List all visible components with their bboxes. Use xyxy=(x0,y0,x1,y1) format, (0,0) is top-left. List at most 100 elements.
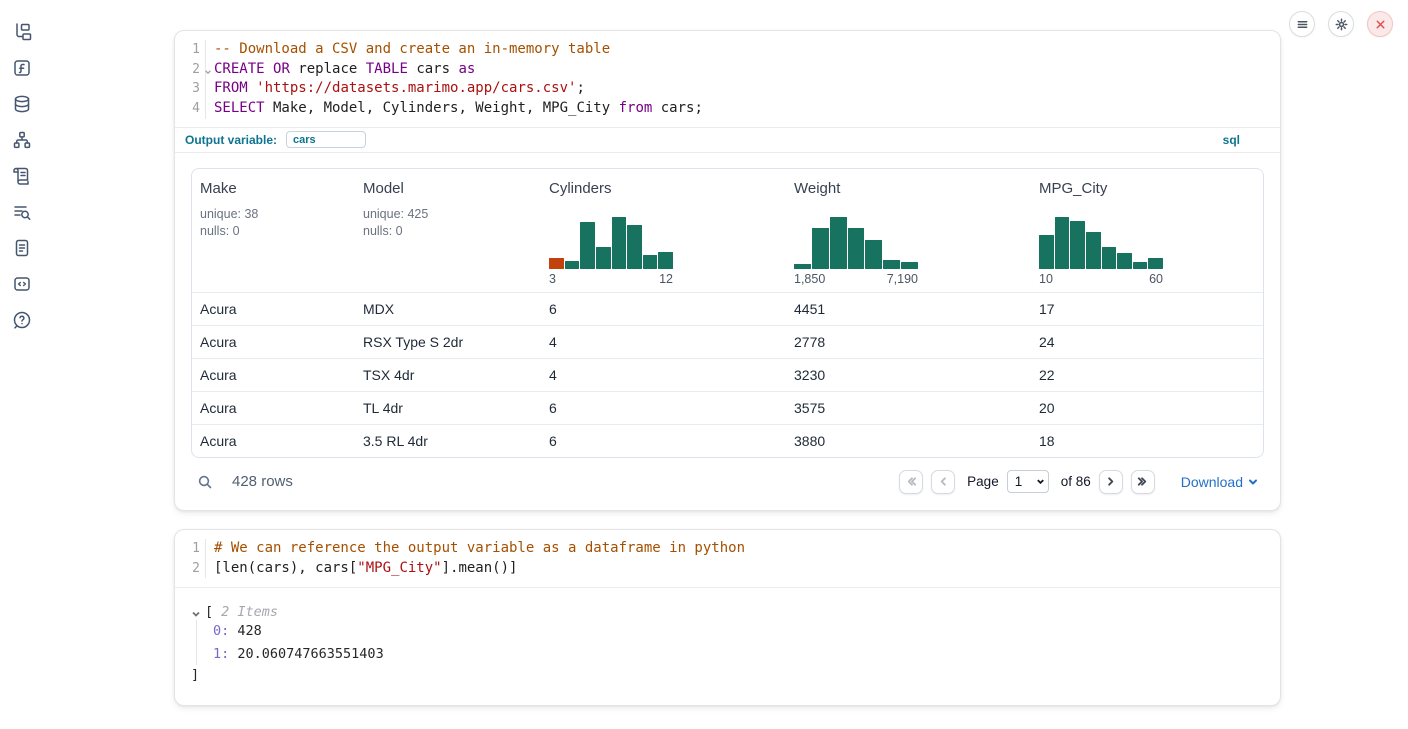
table-cell: 3880 xyxy=(786,433,1031,449)
table-cell: 24 xyxy=(1031,334,1263,350)
axis-label: 10 xyxy=(1039,272,1053,286)
column-name[interactable]: Weight xyxy=(794,180,1031,197)
download-button[interactable]: Download xyxy=(1181,474,1258,490)
column-histogram[interactable]: 312 xyxy=(549,217,673,286)
table-cell: 4 xyxy=(541,367,786,383)
language-badge: sql xyxy=(1223,133,1270,147)
line-number: 1 xyxy=(175,40,205,60)
scroll-icon[interactable] xyxy=(12,166,32,186)
row-count: 428 rows xyxy=(232,473,293,490)
document-icon[interactable] xyxy=(12,238,32,258)
dependency-graph-icon[interactable] xyxy=(12,130,32,150)
snippets-icon[interactable] xyxy=(12,274,32,294)
column-name[interactable]: Cylinders xyxy=(549,180,786,197)
search-list-icon[interactable] xyxy=(12,202,32,222)
page-total-label: of 86 xyxy=(1061,474,1091,489)
histogram-bar[interactable] xyxy=(830,217,847,269)
table-row: AcuraTSX 4dr4323022 xyxy=(192,358,1263,391)
help-icon[interactable] xyxy=(12,310,32,330)
table-cell: 22 xyxy=(1031,367,1263,383)
settings-button[interactable] xyxy=(1328,11,1354,37)
column-histogram[interactable]: 1060 xyxy=(1039,217,1163,286)
axis-label: 7,190 xyxy=(887,272,918,286)
line-number: 2 xyxy=(175,559,205,579)
table-cell: 4451 xyxy=(786,301,1031,317)
sql-code-editor[interactable]: 1-- Download a CSV and create an in-memo… xyxy=(175,31,1280,127)
histogram-bar[interactable] xyxy=(865,240,882,269)
histogram-bar[interactable] xyxy=(848,228,865,269)
tree-open-bracket: [ xyxy=(205,604,213,620)
line-number: 3 xyxy=(175,79,205,99)
table-cell: Acura xyxy=(192,433,355,449)
first-page-button[interactable] xyxy=(899,470,923,494)
histogram-bar[interactable] xyxy=(1055,217,1070,269)
column-histogram[interactable]: 1,8507,190 xyxy=(794,217,918,286)
histogram-bar[interactable] xyxy=(1070,221,1085,269)
histogram-bar[interactable] xyxy=(1102,247,1117,269)
last-page-button[interactable] xyxy=(1131,470,1155,494)
python-cell: 1# We can reference the output variable … xyxy=(174,529,1281,706)
histogram-bar[interactable] xyxy=(658,252,673,269)
menu-button[interactable] xyxy=(1289,11,1315,37)
tree-entry-key: 1: xyxy=(213,646,229,662)
column-name[interactable]: MPG_City xyxy=(1039,180,1263,197)
column-header: Make unique: 38nulls: 0 xyxy=(192,180,355,286)
table-cell: 3230 xyxy=(786,367,1031,383)
column-name[interactable]: Model xyxy=(363,180,541,197)
table-cell: Acura xyxy=(192,400,355,416)
prev-page-button[interactable] xyxy=(931,470,955,494)
table-cell: 6 xyxy=(541,301,786,317)
page-select[interactable]: 1 xyxy=(1007,470,1049,493)
histogram-bar[interactable] xyxy=(643,255,658,269)
table-cell: 17 xyxy=(1031,301,1263,317)
table-row: AcuraMDX6445117 xyxy=(192,292,1263,325)
tree-entry-key: 0: xyxy=(213,623,229,639)
histogram-bar[interactable] xyxy=(549,258,564,269)
database-icon[interactable] xyxy=(12,94,32,114)
histogram-bar[interactable] xyxy=(580,222,595,269)
histogram-bar[interactable] xyxy=(565,261,580,269)
chevron-right-icon xyxy=(1105,476,1116,487)
next-page-button[interactable] xyxy=(1099,470,1123,494)
table-cell: MDX xyxy=(355,301,541,317)
histogram-bar[interactable] xyxy=(1117,253,1132,269)
tree-close-bracket: ] xyxy=(191,665,1264,685)
file-tree-icon[interactable] xyxy=(12,22,32,42)
output-variable-input[interactable] xyxy=(286,131,366,148)
fold-chevron-icon[interactable] xyxy=(204,63,212,71)
chevrons-right-icon xyxy=(1137,476,1148,487)
gear-icon xyxy=(1335,18,1348,31)
column-name[interactable]: Make xyxy=(200,180,355,197)
column-header: Modelunique: 425nulls: 0 xyxy=(355,180,541,286)
histogram-bar[interactable] xyxy=(1086,232,1101,269)
axis-label: 12 xyxy=(659,272,673,286)
python-code-editor[interactable]: 1# We can reference the output variable … xyxy=(175,530,1280,588)
column-stats: unique: 38nulls: 0 xyxy=(200,206,355,240)
histogram-bar[interactable] xyxy=(901,262,918,269)
histogram-bar[interactable] xyxy=(596,247,611,269)
histogram-bar[interactable] xyxy=(1039,235,1054,269)
table-body: AcuraMDX6445117AcuraRSX Type S 2dr427782… xyxy=(192,292,1263,457)
chevron-down-icon xyxy=(1248,477,1258,487)
tree-entry-value: 20.060747663551403 xyxy=(229,646,383,662)
code-text: FROM 'https://datasets.marimo.app/cars.c… xyxy=(205,79,585,99)
table-cell: Acura xyxy=(192,334,355,350)
histogram-bar[interactable] xyxy=(1133,262,1148,269)
search-icon[interactable] xyxy=(197,474,213,490)
histogram-bar[interactable] xyxy=(612,217,627,269)
histogram-bar[interactable] xyxy=(794,264,811,269)
tree-root[interactable]: [ 2 Items xyxy=(191,604,1264,620)
code-line: 2CREATE OR replace TABLE cars as xyxy=(175,60,1280,80)
line-number: 2 xyxy=(175,60,205,80)
histogram-bar[interactable] xyxy=(812,228,829,269)
histogram-bar[interactable] xyxy=(883,260,900,269)
table-cell: 18 xyxy=(1031,433,1263,449)
table-cell: 6 xyxy=(541,400,786,416)
window-controls xyxy=(1289,11,1393,37)
function-icon[interactable] xyxy=(12,58,32,78)
code-text: SELECT Make, Model, Cylinders, Weight, M… xyxy=(205,99,703,119)
histogram-bar[interactable] xyxy=(1148,258,1163,269)
close-button[interactable] xyxy=(1367,11,1393,37)
download-label: Download xyxy=(1181,474,1243,490)
histogram-bar[interactable] xyxy=(627,225,642,269)
